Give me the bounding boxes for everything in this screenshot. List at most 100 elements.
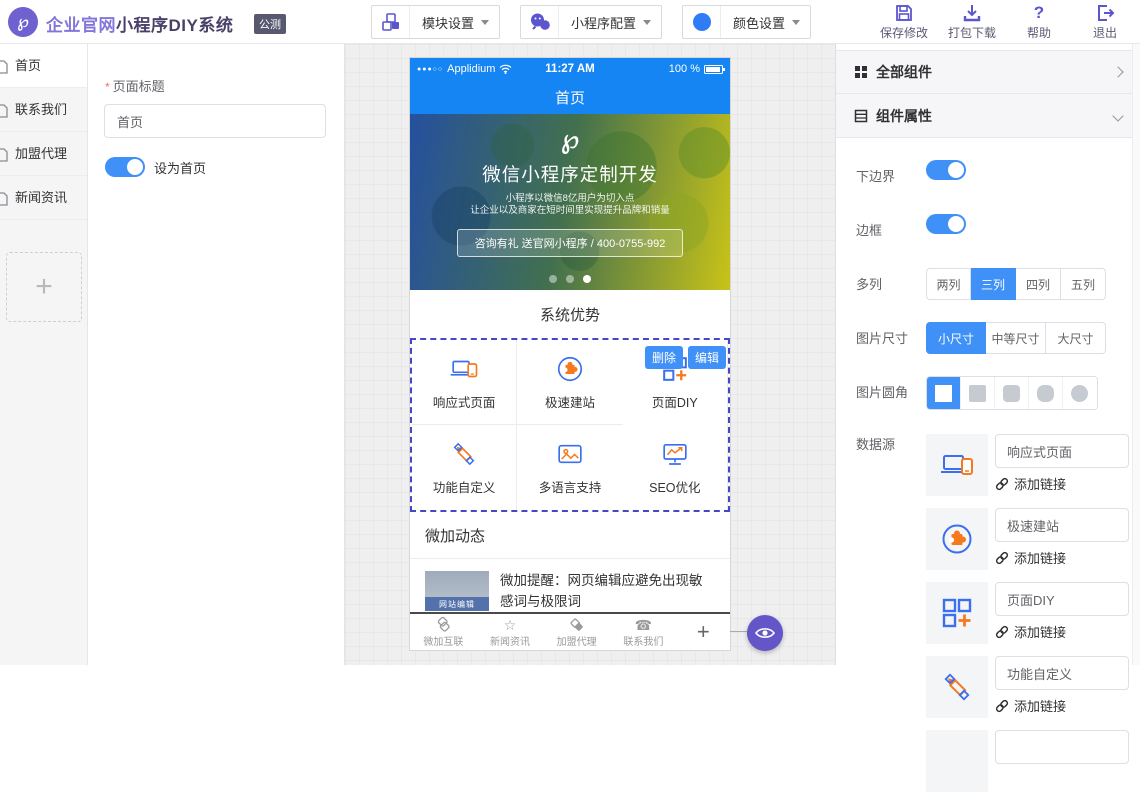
- sidebar-item-contact[interactable]: 联系我们: [0, 88, 87, 132]
- datasource-icon-box: [926, 656, 988, 718]
- app-logo-icon: ℘: [8, 7, 38, 37]
- columns-option-5[interactable]: 五列: [1061, 268, 1106, 300]
- page-icon: [0, 104, 8, 118]
- bottom-border-label: 下边界: [856, 166, 895, 185]
- components-grid-icon: [854, 65, 868, 79]
- link-icon: [995, 477, 1009, 491]
- datasource-item: 添加链接: [926, 582, 1140, 644]
- save-icon: [894, 3, 914, 23]
- module-settings-dropdown[interactable]: 模块设置: [371, 5, 500, 39]
- image-radius-label: 图片圆角: [856, 382, 908, 401]
- radius-option-3[interactable]: [1029, 377, 1063, 409]
- hero-banner[interactable]: ℘ 微信小程序定制开发 小程序以微信8亿用户为切入点 让企业以及商家在短时间里实…: [410, 114, 730, 290]
- delete-button[interactable]: 删除: [645, 346, 683, 369]
- phone-icon: ☎: [635, 617, 652, 633]
- edit-button[interactable]: 编辑: [688, 346, 726, 369]
- exit-button[interactable]: 退出: [1082, 3, 1128, 41]
- cubes-icon: [372, 6, 410, 38]
- help-button[interactable]: ? 帮助: [1016, 3, 1062, 41]
- page-title-input[interactable]: [104, 104, 326, 138]
- carousel-dots[interactable]: [410, 275, 730, 283]
- border-toggle[interactable]: [926, 214, 966, 234]
- image-radius-group: [926, 376, 1098, 410]
- radius-option-4[interactable]: [1063, 377, 1097, 409]
- add-link-button[interactable]: 添加链接: [995, 696, 1129, 715]
- preview-eye-button[interactable]: [747, 615, 783, 651]
- app-header: ℘ 企业官网小程序DIY系统 公测 模块设置 小程序配置 颜色设置 保存修改: [0, 0, 1140, 44]
- grid-item-seo[interactable]: SEO优化: [623, 425, 728, 510]
- news-thumb-caption: 网站编辑: [425, 597, 489, 611]
- border-label: 边框: [856, 220, 882, 239]
- tab-contact[interactable]: ☎ 联系我们: [610, 617, 677, 648]
- datasource-title-input[interactable]: [995, 508, 1129, 542]
- datasource-title-input[interactable]: [995, 656, 1129, 690]
- grid-item-fast-build[interactable]: 极速建站: [517, 340, 622, 425]
- sidebar-item-agency[interactable]: 加盟代理: [0, 132, 87, 176]
- miniprogram-config-dropdown[interactable]: 小程序配置: [520, 5, 662, 39]
- required-mark: *: [105, 80, 110, 94]
- phone-tab-bar: 微加互联 ☆ 新闻资讯 加盟代理 ☎ 联系我们 +: [410, 614, 730, 650]
- component-props-header[interactable]: 组件属性: [836, 94, 1140, 138]
- phone-nav-title: 首页: [555, 87, 585, 108]
- battery-label: 100 %: [669, 63, 700, 75]
- datasource-label: 数据源: [856, 434, 895, 453]
- image-size-small[interactable]: 小尺寸: [926, 322, 986, 354]
- inspector-scrollbar[interactable]: [1132, 44, 1140, 665]
- news-title: 微加提醒：网页编辑应避免出现敏感词与极限词: [500, 571, 715, 612]
- page-diy-icon: [939, 595, 975, 631]
- columns-option-3[interactable]: 三列: [971, 268, 1016, 300]
- add-page-button[interactable]: +: [6, 252, 82, 322]
- battery-icon: [704, 65, 723, 74]
- dropdown-label: 颜色设置: [733, 13, 785, 32]
- add-link-button[interactable]: 添加链接: [995, 622, 1129, 641]
- bottom-border-toggle[interactable]: [926, 160, 966, 180]
- section-title-news[interactable]: 微加动态: [410, 512, 730, 559]
- radius-option-0[interactable]: [927, 377, 961, 409]
- canvas-area: ●●●○○ Applidium 11:27 AM 100 % 首页 ℘ 微信小程…: [345, 44, 835, 665]
- tab-news[interactable]: ☆ 新闻资讯: [477, 617, 544, 648]
- tabbar-add-button[interactable]: +: [677, 619, 730, 645]
- phone-status-bar: ●●●○○ Applidium 11:27 AM 100 %: [410, 58, 730, 80]
- grid-item-responsive[interactable]: 响应式页面: [412, 340, 517, 425]
- download-button[interactable]: 打包下载: [948, 3, 996, 41]
- app-title: 企业官网小程序DIY系统: [46, 11, 233, 36]
- phone-preview: ●●●○○ Applidium 11:27 AM 100 % 首页 ℘ 微信小程…: [410, 58, 730, 650]
- news-list-item[interactable]: 网站编辑 微加提醒：网页编辑应避免出现敏感词与极限词: [410, 559, 730, 612]
- datasource-title-input[interactable]: [995, 730, 1129, 764]
- radius-option-2[interactable]: [995, 377, 1029, 409]
- add-link-button[interactable]: 添加链接: [995, 548, 1129, 567]
- all-components-header[interactable]: 全部组件: [836, 50, 1140, 94]
- datasource-title-input[interactable]: [995, 582, 1129, 616]
- save-button[interactable]: 保存修改: [880, 3, 928, 41]
- grid-item-custom-function[interactable]: 功能自定义: [412, 425, 517, 510]
- save-label: 保存修改: [880, 24, 928, 41]
- help-label: 帮助: [1027, 24, 1051, 41]
- tab-agency[interactable]: 加盟代理: [543, 617, 610, 648]
- datasource-icon-box: [926, 582, 988, 644]
- fast-build-icon: [555, 354, 585, 384]
- set-home-toggle[interactable]: [105, 157, 145, 177]
- hero-title: 微信小程序定制开发: [410, 161, 730, 187]
- columns-option-4[interactable]: 四列: [1016, 268, 1061, 300]
- wechat-icon: [521, 6, 559, 38]
- sidebar-item-news[interactable]: 新闻资讯: [0, 176, 87, 220]
- advantages-grid-selected[interactable]: 删除 编辑 响应式页面 极速建站 页面DIY 功能自定义 多语言支持: [410, 338, 730, 512]
- tab-weijia[interactable]: 微加互联: [410, 617, 477, 648]
- hero-cta-button[interactable]: 咨询有礼 送官网小程序 / 400-0755-992: [457, 229, 684, 257]
- add-link-button[interactable]: 添加链接: [995, 474, 1129, 493]
- section-title-advantages[interactable]: 系统优势: [410, 290, 730, 338]
- sidebar-item-home[interactable]: 首页: [0, 44, 87, 88]
- columns-button-group: 两列 三列 四列 五列: [926, 268, 1140, 300]
- chevron-down-icon: [481, 20, 489, 25]
- radius-option-1[interactable]: [961, 377, 995, 409]
- grid-item-multi-language[interactable]: 多语言支持: [517, 425, 622, 510]
- image-size-medium[interactable]: 中等尺寸: [986, 322, 1046, 354]
- header-actions: 保存修改 打包下载 ? 帮助 退出: [880, 3, 1128, 41]
- link-icon: [995, 551, 1009, 565]
- star-icon: ☆: [504, 617, 517, 633]
- page-icon: [0, 148, 8, 162]
- responsive-page-icon: [449, 354, 479, 384]
- color-settings-dropdown[interactable]: 颜色设置: [682, 5, 811, 39]
- columns-option-2[interactable]: 两列: [926, 268, 971, 300]
- image-size-large[interactable]: 大尺寸: [1046, 322, 1106, 354]
